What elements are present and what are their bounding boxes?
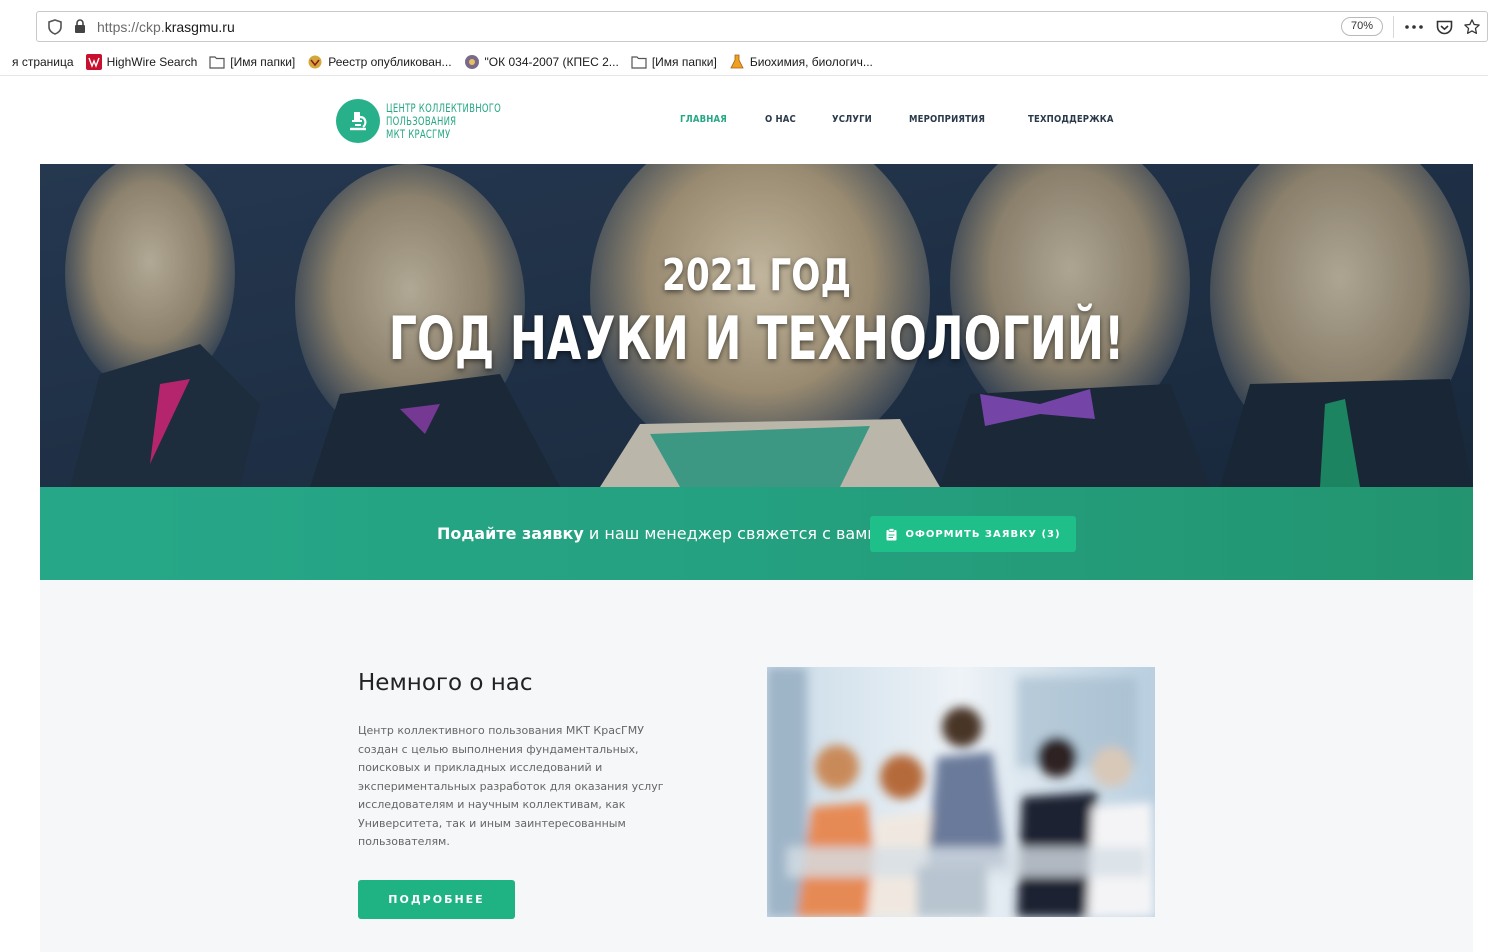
cta-message: Подайте заявку и наш менеджер свяжется с… — [437, 524, 878, 543]
lock-icon[interactable] — [71, 18, 89, 36]
bookmark-item[interactable]: "ОК 034-2007 (КПЕС 2... — [464, 54, 619, 70]
clipboard-icon — [885, 527, 898, 541]
bookmark-label: HighWire Search — [106, 54, 198, 69]
folder-icon — [209, 54, 225, 70]
hero-title: ГОД НАУКИ И ТЕХНОЛОГИЙ! — [388, 304, 1125, 374]
logo-line: МКТ КРАСГМУ — [386, 126, 451, 141]
pocket-icon[interactable] — [1433, 17, 1455, 37]
zoom-indicator[interactable]: 70% — [1341, 17, 1384, 36]
hero-banner: 2021 ГОД ГОД НАУКИ И ТЕХНОЛОГИЙ! — [40, 164, 1473, 487]
site-logo[interactable]: ЦЕНТР КОЛЛЕКТИВНОГО ПОЛЬЗОВАНИЯ МКТ КРАС… — [336, 99, 526, 143]
site-header: ЦЕНТР КОЛЛЕКТИВНОГО ПОЛЬЗОВАНИЯ МКТ КРАС… — [0, 78, 1488, 164]
team-photo — [767, 667, 1155, 917]
bookmark-label: [Имя папки] — [230, 54, 296, 69]
cta-band: Подайте заявку и наш менеджер свяжется с… — [40, 487, 1473, 580]
bookmark-star-icon[interactable] — [1461, 16, 1483, 38]
submit-request-button[interactable]: ОФОРМИТЬ ЗАЯВКУ (3) — [870, 516, 1076, 552]
shield-icon[interactable] — [45, 17, 65, 37]
emblem-icon — [307, 54, 323, 70]
bookmark-label: я страница — [12, 54, 74, 69]
nav-item-services[interactable]: УСЛУГИ — [832, 114, 872, 125]
about-section: Немного о нас Центр коллективного пользо… — [40, 580, 1473, 952]
about-title: Немного о нас — [358, 670, 533, 696]
url-text[interactable]: https://ckp.krasgmu.ru — [97, 19, 235, 35]
folder-icon — [631, 54, 647, 70]
nav-item-about[interactable]: О НАС — [765, 114, 796, 125]
cta-bold-text: Подайте заявку — [437, 524, 584, 543]
bookmark-item[interactable]: [Имя папки] — [631, 54, 717, 70]
bookmark-item[interactable]: [Имя папки] — [209, 54, 295, 70]
cta-rest-text: и наш менеджер свяжется с вами — [583, 524, 878, 543]
logo-text: ЦЕНТР КОЛЛЕКТИВНОГО ПОЛЬЗОВАНИЯ МКТ КРАС… — [386, 101, 501, 141]
flask-icon — [729, 54, 745, 70]
bookmark-label: Биохимия, биологич... — [749, 54, 873, 69]
submit-request-label: ОФОРМИТЬ ЗАЯВКУ (3) — [905, 528, 1061, 540]
bookmarks-toolbar: я страница HighWire Search [Имя папки] Р… — [0, 48, 1488, 76]
about-text: Центр коллективного пользования МКТ Крас… — [358, 724, 664, 848]
more-actions-icon[interactable] — [1403, 17, 1425, 37]
address-bar[interactable]: https://ckp.krasgmu.ru 70% — [36, 11, 1488, 42]
nav-item-support[interactable]: ТЕХПОДДЕРЖКА — [1028, 114, 1114, 125]
globe-icon — [464, 54, 480, 70]
bookmark-item[interactable]: я страница — [12, 55, 74, 69]
bookmark-item[interactable]: Реестр опубликован... — [307, 54, 452, 70]
bookmark-label: "ОК 034-2007 (КПЕС 2... — [484, 54, 619, 69]
nav-item-events[interactable]: МЕРОПРИЯТИЯ — [909, 114, 985, 125]
hero-year: 2021 ГОД — [661, 250, 852, 301]
bookmark-label: Реестр опубликован... — [328, 54, 452, 69]
bookmark-item[interactable]: HighWire Search — [85, 53, 198, 70]
highwire-icon — [85, 53, 102, 70]
main-nav: ГЛАВНАЯ О НАС УСЛУГИ МЕРОПРИЯТИЯ ТЕХПОДД… — [680, 114, 1159, 125]
bookmark-item[interactable]: Биохимия, биологич... — [729, 54, 873, 70]
toolbar-divider — [1393, 16, 1394, 38]
bookmark-label: [Имя папки] — [651, 54, 717, 69]
more-button[interactable]: ПОДРОБНЕЕ — [358, 880, 515, 919]
microscope-icon — [336, 99, 380, 143]
nav-item-home[interactable]: ГЛАВНАЯ — [680, 114, 727, 125]
